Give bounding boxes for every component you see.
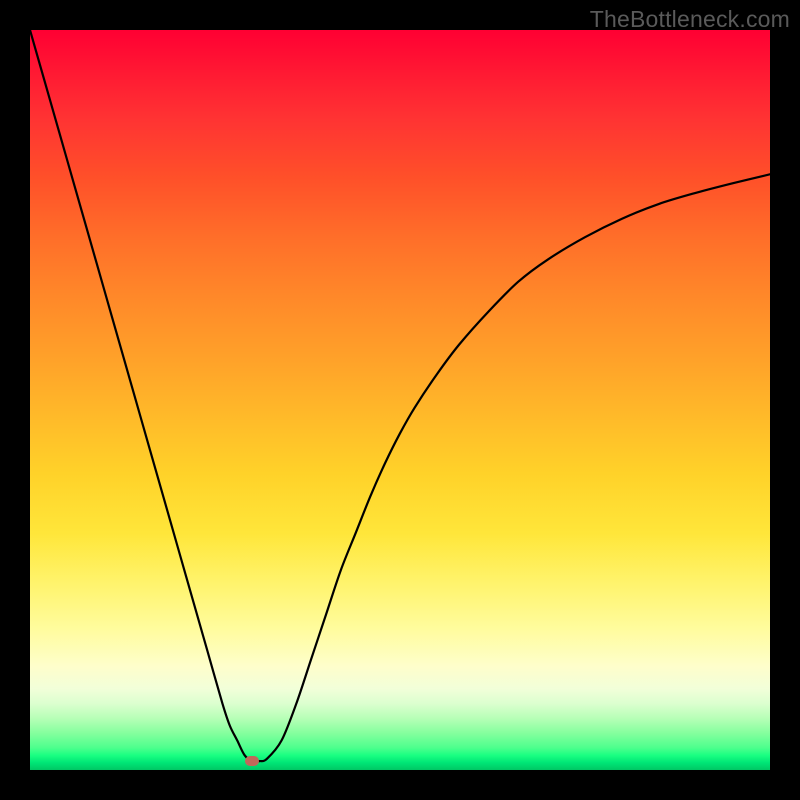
plot-area bbox=[30, 30, 770, 770]
bottleneck-curve-path bbox=[30, 30, 770, 762]
curve-svg bbox=[30, 30, 770, 770]
optimum-marker bbox=[245, 756, 259, 766]
chart-frame: TheBottleneck.com bbox=[0, 0, 800, 800]
watermark-text: TheBottleneck.com bbox=[590, 6, 790, 33]
